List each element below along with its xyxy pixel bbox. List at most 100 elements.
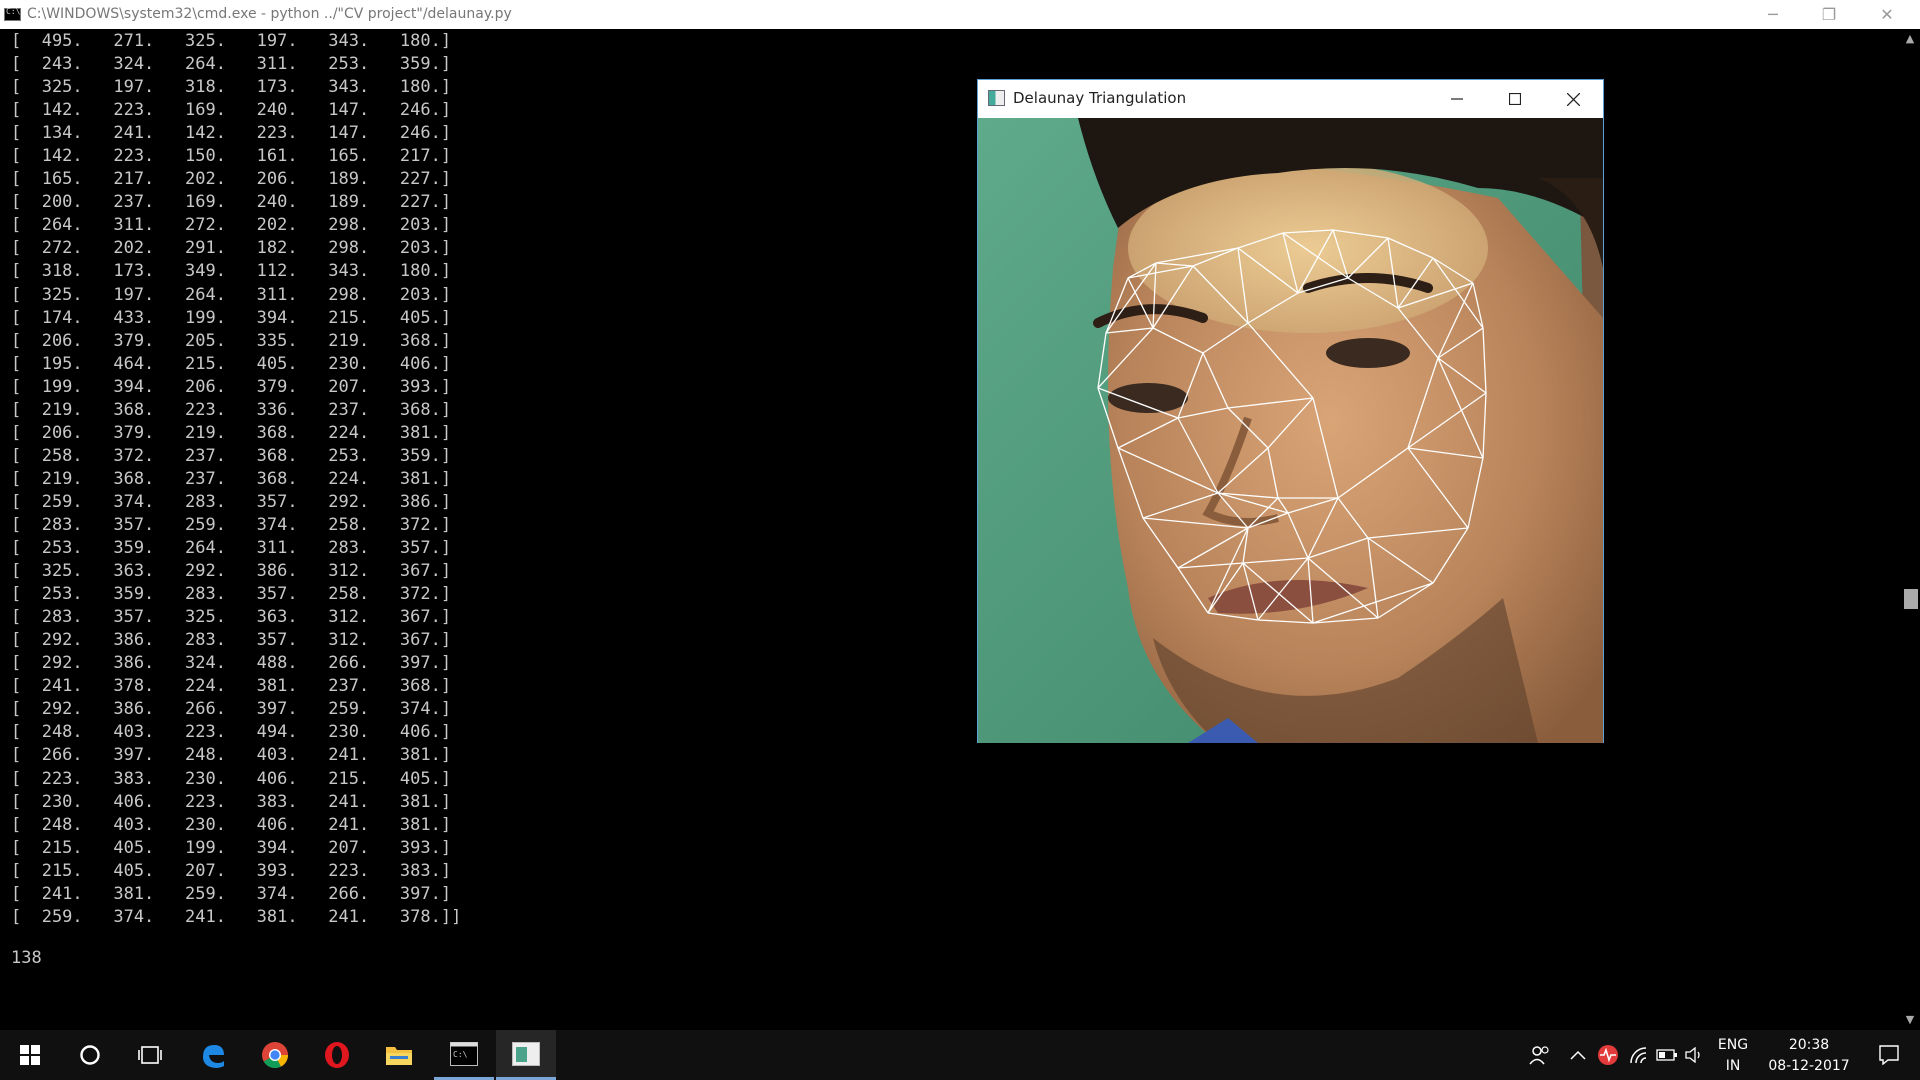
edge-button[interactable]	[184, 1030, 242, 1080]
cortana-circle-icon	[80, 1045, 100, 1065]
console-minimize-button[interactable]: ─	[1750, 0, 1796, 29]
image-window-icon	[988, 90, 1005, 106]
folder-icon	[386, 1047, 412, 1065]
delaunay-minimize-button[interactable]	[1428, 80, 1486, 118]
cmd-taskbar-button[interactable]: C:\	[434, 1030, 494, 1080]
console-line: [ 272. 202. 291. 182. 298. 203.]	[11, 238, 452, 259]
console-line: [ 142. 223. 150. 161. 165. 217.]	[11, 146, 452, 167]
delaunay-image-canvas	[978, 118, 1603, 743]
delaunay-maximize-button[interactable]	[1486, 80, 1544, 118]
console-line: [ 200. 237. 169. 240. 189. 227.]	[11, 192, 452, 213]
close-icon: ✕	[1880, 5, 1894, 24]
console-line: [ 165. 217. 202. 206. 189. 227.]	[11, 169, 452, 190]
scrollbar-thumb[interactable]	[1904, 589, 1918, 609]
console-scrollbar[interactable]: ▲ ▼	[1900, 29, 1920, 1030]
file-explorer-button[interactable]	[370, 1030, 428, 1080]
people-button[interactable]	[1523, 1030, 1557, 1080]
console-line: [ 253. 359. 283. 357. 258. 372.]	[11, 584, 452, 605]
console-line: [ 292. 386. 324. 488. 266. 397.]	[11, 653, 452, 674]
clock[interactable]: 20:38 08-12-2017	[1761, 1030, 1857, 1080]
console-line: [ 325. 197. 318. 173. 343. 180.]	[11, 77, 452, 98]
restore-icon: ❐	[1821, 5, 1837, 24]
svg-text:C:\: C:\	[453, 1050, 468, 1059]
console-line: [ 325. 197. 264. 311. 298. 203.]	[11, 284, 452, 305]
console-line: [ 283. 357. 259. 374. 258. 372.]	[11, 514, 452, 535]
console-line: [ 215. 405. 207. 393. 223. 383.]	[11, 860, 452, 881]
console-line: [ 215. 405. 199. 394. 207. 393.]	[11, 837, 452, 858]
console-line: [ 248. 403. 230. 406. 241. 381.]	[11, 814, 452, 835]
region-label: IN	[1725, 1058, 1741, 1074]
console-line: [ 318. 173. 349. 112. 343. 180.]	[11, 261, 452, 282]
opencv-taskbar-button[interactable]	[496, 1030, 556, 1080]
edge-icon	[203, 1045, 224, 1068]
opera-icon	[325, 1042, 349, 1068]
clock-time: 20:38	[1788, 1037, 1830, 1053]
opera-button[interactable]	[308, 1030, 366, 1080]
image-window-icon	[512, 1041, 540, 1066]
language-indicator[interactable]: ENG IN	[1711, 1030, 1755, 1080]
close-icon	[1566, 92, 1580, 106]
battery-button[interactable]	[1653, 1030, 1681, 1080]
scroll-up-arrow-icon[interactable]: ▲	[1900, 29, 1920, 49]
console-line: [ 241. 381. 259. 374. 266. 397.]	[11, 883, 452, 904]
console-line: [ 219. 368. 223. 336. 237. 368.]	[11, 399, 452, 420]
cmd-icon: C:\	[4, 7, 21, 21]
notifications-icon	[1879, 1045, 1899, 1065]
cmd-icon: C:\	[450, 1041, 478, 1066]
clock-date: 08-12-2017	[1768, 1058, 1850, 1074]
console-line: [ 248. 403. 223. 494. 230. 406.]	[11, 722, 452, 743]
scroll-down-arrow-icon[interactable]: ▼	[1900, 1010, 1920, 1030]
task-view-button[interactable]	[122, 1030, 178, 1080]
delaunay-window-titlebar[interactable]: Delaunay Triangulation	[978, 80, 1603, 118]
maximize-icon	[1509, 93, 1521, 105]
taskbar[interactable]: C:\ ENG IN 20:38 08-12-2017	[0, 1030, 1920, 1080]
console-line: [ 142. 223. 169. 240. 147. 246.]	[11, 100, 452, 121]
console-line: [ 259. 374. 283. 357. 292. 386.]	[11, 491, 452, 512]
action-center-button[interactable]	[1867, 1030, 1911, 1080]
console-line: [ 230. 406. 223. 383. 241. 381.]	[11, 791, 452, 812]
volume-button[interactable]	[1681, 1030, 1709, 1080]
chrome-button[interactable]	[246, 1030, 304, 1080]
face-photo	[978, 118, 1603, 743]
console-window-title: C:\WINDOWS\system32\cmd.exe - python ../…	[27, 6, 512, 22]
console-line: [ 241. 378. 224. 381. 237. 368.]	[11, 676, 452, 697]
console-line: [ 223. 383. 230. 406. 215. 405.]	[11, 768, 452, 789]
console-line: [ 199. 394. 206. 379. 207. 393.]	[11, 376, 452, 397]
show-hidden-icons-button[interactable]	[1565, 1030, 1591, 1080]
console-line: [ 206. 379. 205. 335. 219. 368.]	[11, 330, 452, 351]
wifi-button[interactable]	[1625, 1030, 1653, 1080]
chevron-up-icon	[1570, 1050, 1586, 1060]
cortana-button[interactable]	[62, 1030, 118, 1080]
console-line: [ 258. 372. 237. 368. 253. 359.]	[11, 445, 452, 466]
console-line: [ 495. 271. 325. 197. 343. 180.]	[11, 31, 452, 51]
delaunay-window-title: Delaunay Triangulation	[1013, 89, 1187, 107]
minimize-icon	[1451, 98, 1463, 100]
wifi-icon	[1630, 1047, 1647, 1064]
people-icon	[1529, 1046, 1549, 1065]
chrome-icon	[262, 1042, 289, 1069]
console-line: [ 174. 433. 199. 394. 215. 405.]	[11, 307, 452, 328]
console-line: [ 243. 324. 264. 311. 253. 359.]	[11, 54, 452, 75]
antivirus-tray-button[interactable]	[1593, 1030, 1623, 1080]
console-close-button[interactable]: ✕	[1864, 0, 1910, 29]
console-line: [ 134. 241. 142. 223. 147. 246.]	[11, 123, 452, 144]
console-line: [ 195. 464. 215. 405. 230. 406.]	[11, 353, 452, 374]
battery-icon	[1656, 1049, 1677, 1061]
system-tray: ENG IN 20:38 08-12-2017	[1515, 1030, 1920, 1080]
console-output[interactable]: [ 495. 271. 325. 197. 343. 180.] [ 243. 3…	[11, 30, 941, 1010]
console-line: [ 283. 357. 325. 363. 312. 367.]	[11, 607, 452, 628]
console-line: [ 264. 311. 272. 202. 298. 203.]	[11, 215, 452, 236]
console-line: [ 292. 386. 266. 397. 259. 374.]	[11, 699, 452, 720]
delaunay-close-button[interactable]	[1544, 80, 1602, 118]
volume-icon	[1685, 1047, 1700, 1063]
console-line: [ 253. 359. 264. 311. 283. 357.]	[11, 538, 452, 559]
delaunay-window[interactable]: Delaunay Triangulation	[977, 79, 1604, 743]
console-line: [ 259. 374. 241. 381. 241. 378.]]	[11, 906, 462, 927]
start-button[interactable]	[0, 1030, 60, 1080]
console-restore-button[interactable]: ❐	[1806, 0, 1852, 29]
console-titlebar[interactable]: C:\ C:\WINDOWS\system32\cmd.exe - python…	[0, 0, 1920, 29]
console-line: [ 206. 379. 219. 368. 224. 381.]	[11, 422, 452, 443]
antivirus-icon	[1598, 1045, 1618, 1065]
console-line: [ 219. 368. 237. 368. 224. 381.]	[11, 468, 452, 489]
console-count-output: 138	[11, 948, 42, 968]
